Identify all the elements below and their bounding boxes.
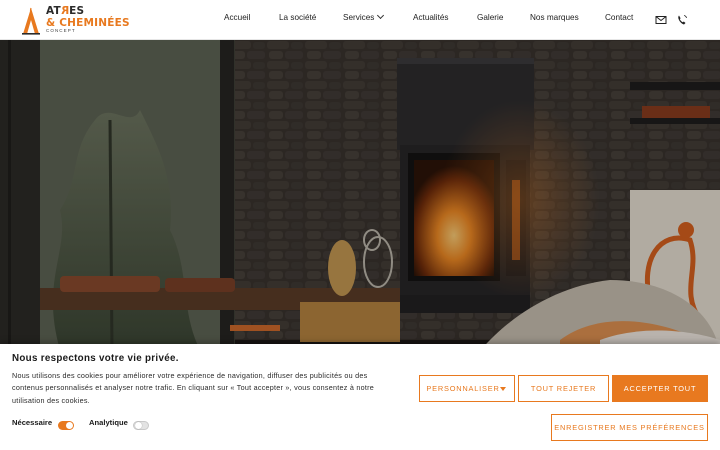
nav-actualites[interactable]: Actualités <box>413 13 449 22</box>
caret-down-icon <box>500 387 506 391</box>
nav-contact[interactable]: Contact <box>605 13 633 22</box>
cookie-description: Nous utilisons des cookies pour améliore… <box>12 371 374 405</box>
personnaliser-label: PERSONNALISER <box>426 384 500 393</box>
toggle-analytique[interactable] <box>133 421 149 430</box>
nav-accueil[interactable]: Accueil <box>224 13 250 22</box>
logo-text-1a: AT <box>46 5 61 18</box>
nav-services[interactable]: Services <box>343 11 385 22</box>
nav-la-societe[interactable]: La société <box>279 13 316 22</box>
option-label-analytique: Analytique <box>89 418 128 427</box>
nav-galerie[interactable]: Galerie <box>477 13 503 22</box>
site-header: ATRES & CHEMINÉES CONCEPT Accueil La soc… <box>0 0 720 40</box>
logo-text-1c: ES <box>69 5 85 18</box>
mail-icon[interactable] <box>655 14 667 26</box>
tout-rejeter-button[interactable]: TOUT REJETER <box>518 375 609 402</box>
cookie-title: Nous respectons votre vie privée. <box>12 353 179 364</box>
accepter-tout-button[interactable]: ACCEPTER TOUT <box>612 375 708 402</box>
personnaliser-button[interactable]: PERSONNALISER <box>419 375 515 402</box>
logo-flame-icon <box>22 7 40 35</box>
logo-text-3: CONCEPT <box>46 28 76 34</box>
phone-icon[interactable] <box>676 14 688 26</box>
toggle-knob <box>135 422 142 429</box>
nav-services-label: Services <box>343 13 375 22</box>
option-label-necessaire: Nécessaire <box>12 418 53 427</box>
logo-text-2: & CHEMINÉES <box>46 16 130 29</box>
toggle-necessaire[interactable] <box>58 421 74 430</box>
site-logo[interactable]: ATRES & CHEMINÉES CONCEPT <box>20 4 130 36</box>
chevron-down-icon <box>377 11 385 20</box>
cookie-consent-banner: Nous respectons votre vie privée. Nous u… <box>0 344 720 450</box>
enregistrer-preferences-button[interactable]: ENREGISTRER MES PRÉFÉRENCES <box>551 414 708 441</box>
toggle-knob <box>66 422 73 429</box>
logo-text-1b: R <box>60 5 70 18</box>
nav-nos-marques[interactable]: Nos marques <box>530 13 579 22</box>
